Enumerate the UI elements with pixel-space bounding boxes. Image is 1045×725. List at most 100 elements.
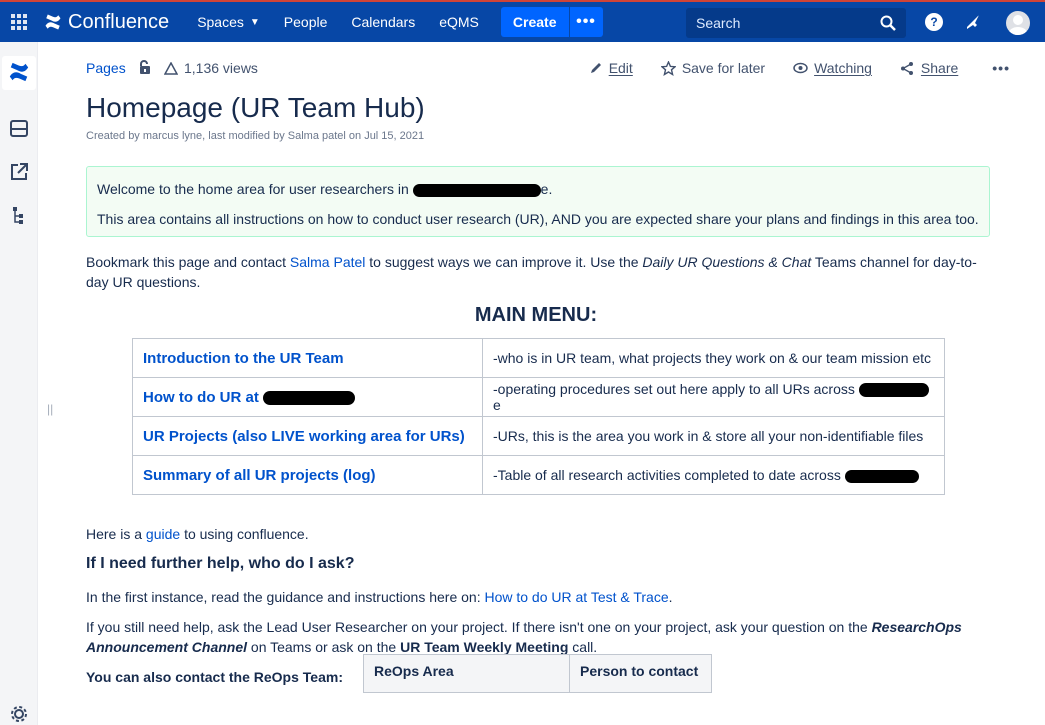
table-row: Introduction to the UR Team -who is in U…	[132, 338, 945, 378]
table-cell: -who is in UR team, what projects they w…	[482, 338, 945, 378]
search-icon[interactable]	[880, 15, 896, 31]
help-p2-post: call.	[568, 639, 598, 655]
channel-name: Daily UR Questions & Chat	[642, 254, 812, 270]
nav-eqms-label: eQMS	[439, 14, 479, 30]
analytics-triangle-icon	[164, 61, 178, 75]
chevron-down-icon: ▼	[249, 16, 260, 28]
eye-icon	[793, 62, 808, 74]
table-header: Person to contact	[569, 654, 712, 693]
page-actions: Edit Save for later Watching Share •••	[589, 60, 1009, 76]
nav-calendars[interactable]: Calendars	[339, 2, 427, 42]
more-actions-button[interactable]: •••	[992, 60, 1010, 76]
pencil-icon	[590, 63, 601, 73]
how-to-do-ur-test-trace-link[interactable]: How to do UR at Test & Trace	[484, 589, 668, 605]
table-row: How to do UR at -operating procedures se…	[132, 377, 945, 417]
create-more-button[interactable]: •••	[568, 7, 603, 37]
help-icon[interactable]: ?	[925, 13, 943, 31]
contact-salma-link[interactable]: Salma Patel	[290, 254, 365, 270]
sidebar-resize-handle[interactable]: ||	[47, 402, 53, 416]
edit-button[interactable]: Edit	[589, 60, 633, 76]
table-cell: -operating procedures set out here apply…	[482, 377, 945, 417]
share-label: Share	[920, 60, 959, 76]
external-link-icon[interactable]	[8, 161, 30, 183]
help-heading: If I need further help, who do I ask?	[86, 555, 355, 572]
how-to-do-ur-link[interactable]: How to do UR at	[143, 389, 355, 406]
weekly-meeting: UR Team Weekly Meeting	[400, 639, 569, 655]
intro-ur-team-link[interactable]: Introduction to the UR Team	[143, 350, 344, 367]
unlocked-icon[interactable]	[138, 60, 152, 76]
edit-label: Edit	[608, 60, 633, 76]
table-row: Summary of all UR projects (log) -Table …	[132, 455, 945, 495]
search-box[interactable]	[686, 8, 906, 38]
info-line-1-text: Welcome to the home area for user resear…	[97, 181, 409, 197]
how-to-do-ur-label: How to do UR at	[143, 388, 259, 406]
nav-spaces[interactable]: Spaces ▼	[185, 2, 272, 42]
search-input[interactable]	[696, 15, 866, 31]
info-line-1: Welcome to the home area for user resear…	[97, 179, 979, 199]
table-cell: -URs, this is the area you work in & sto…	[482, 416, 945, 456]
help-p2-mid: on Teams or ask on the	[247, 639, 401, 655]
bookmark-pre: Bookmark this page and contact	[86, 254, 290, 270]
help-p1-pre: In the first instance, read the guidance…	[86, 589, 485, 605]
confluence-space-icon[interactable]	[8, 61, 30, 83]
table-cell: How to do UR at	[132, 377, 483, 417]
page-views: 1,136 views	[164, 60, 258, 76]
help-p2-pre: If you still need help, ask the Lead Use…	[86, 619, 872, 635]
table-row: ReOps Area Person to contact	[363, 654, 712, 693]
table-cell: -Table of all research activities comple…	[482, 455, 945, 495]
nav-eqms[interactable]: eQMS	[427, 2, 491, 42]
contact-table: ReOps Area Person to contact	[363, 654, 712, 693]
help-paragraph-2: If you still need help, ask the Lead Use…	[86, 617, 990, 657]
nav-calendars-label: Calendars	[351, 14, 416, 30]
info-line-2: This area contains all instructions on h…	[97, 211, 979, 227]
app-switcher-icon[interactable]	[0, 2, 38, 42]
table-cell: Introduction to the UR Team	[132, 338, 483, 378]
share-icon	[900, 61, 913, 75]
page-title: Homepage (UR Team Hub)	[86, 92, 425, 123]
table-row: UR Projects (also LIVE working area for …	[132, 416, 945, 456]
page-tree-icon[interactable]	[8, 204, 30, 226]
table-cell: UR Projects (also LIVE working area for …	[132, 416, 483, 456]
help-p1-post: .	[668, 589, 673, 605]
ur-projects-link[interactable]: UR Projects (also LIVE working area for …	[143, 428, 465, 445]
bookmark-paragraph: Bookmark this page and contact Salma Pat…	[86, 252, 990, 292]
user-avatar[interactable]	[1006, 11, 1030, 35]
left-sidebar	[0, 42, 38, 725]
main-menu-title: MAIN MENU:	[474, 304, 598, 326]
save-for-later-label: Save for later	[681, 60, 766, 76]
table-cell: Summary of all UR projects (log)	[132, 455, 483, 495]
main-menu-table: Introduction to the UR Team -who is in U…	[132, 338, 945, 495]
summary-desc: -Table of all research activities comple…	[493, 467, 841, 483]
page-byline: Created by marcus lyne, last modified by…	[86, 130, 425, 142]
save-for-later-button[interactable]: Save for later	[660, 60, 766, 76]
summary-log-link[interactable]: Summary of all UR projects (log)	[143, 467, 376, 484]
redaction-mark	[858, 383, 929, 398]
breadcrumb-pages[interactable]: Pages	[86, 60, 126, 76]
watching-button[interactable]: Watching	[793, 60, 872, 76]
create-button[interactable]: Create	[500, 7, 569, 37]
guide-paragraph: Here is a guide to using confluence.	[86, 524, 990, 544]
calendar-icon[interactable]	[8, 117, 30, 139]
notifications-icon[interactable]	[963, 13, 981, 31]
redaction-mark	[844, 469, 919, 483]
how-to-desc: -operating procedures set out here apply…	[493, 380, 855, 397]
user-icon	[1009, 15, 1027, 35]
star-icon	[660, 60, 676, 76]
bookmark-mid: to suggest ways we can improve it. Use t…	[365, 254, 643, 270]
brand-name: Confluence	[68, 10, 170, 33]
redaction-mark	[412, 183, 541, 197]
guide-pre: Here is a	[86, 526, 146, 542]
nav-people-label: People	[283, 14, 328, 30]
guide-post: to using confluence.	[180, 526, 309, 542]
info-line-1-end: e.	[540, 181, 553, 197]
share-button[interactable]: Share	[900, 60, 958, 76]
top-navigation: Confluence Spaces ▼ People Calendars eQM…	[0, 0, 1045, 42]
settings-icon[interactable]	[10, 705, 28, 723]
views-count: 1,136 views	[184, 60, 258, 76]
nav-people[interactable]: People	[272, 2, 340, 42]
confluence-logo[interactable]: Confluence	[44, 11, 169, 34]
help-paragraph-1: In the first instance, read the guidance…	[86, 587, 990, 607]
watching-label: Watching	[814, 60, 872, 76]
guide-link[interactable]: guide	[146, 526, 180, 542]
table-header: ReOps Area	[363, 654, 570, 693]
